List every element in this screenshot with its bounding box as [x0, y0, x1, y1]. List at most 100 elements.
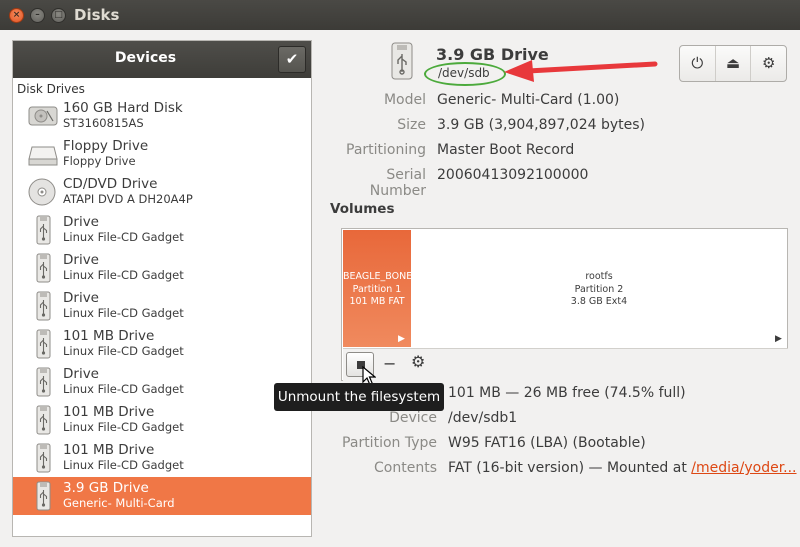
volume-toolbar: − ⚙ [343, 348, 788, 381]
device-list-item[interactable]: 101 MB Drive Linux File-CD Gadget [13, 325, 311, 363]
device-list-item[interactable]: CD/DVD Drive ATAPI DVD A DH20A4P [13, 173, 311, 211]
maximize-icon: □ [54, 10, 63, 20]
partition-2-name: rootfs [585, 271, 613, 282]
device-name: 101 MB Drive [63, 404, 155, 420]
partition-2-number: Partition 2 [574, 284, 624, 295]
window-title: Disks [74, 6, 120, 24]
usb-drive-icon [391, 42, 413, 80]
device-model: ST3160815AS [63, 116, 144, 130]
devices-header: Devices ✔ [13, 41, 311, 78]
mount-point-link[interactable]: /media/yoder... [691, 460, 796, 476]
checkmark-icon: ✔ [285, 50, 299, 68]
unmount-tooltip: Unmount the filesystem [274, 383, 444, 411]
partition-1-size: 101 MB FAT [349, 296, 405, 307]
size-value: 3.9 GB (3,904,897,024 bytes) [437, 117, 645, 133]
usb-drive-icon [27, 405, 59, 435]
device-list-item[interactable]: 101 MB Drive Linux File-CD Gadget [13, 439, 311, 477]
usb-drive-icon [27, 329, 59, 359]
device-model: Generic- Multi-Card [63, 496, 175, 510]
device-name: Drive [63, 290, 99, 306]
volume-size-value: 101 MB — 26 MB free (74.5% full) [448, 385, 686, 401]
annotation-ring [424, 62, 506, 86]
device-model: Linux File-CD Gadget [63, 382, 184, 396]
device-list-item[interactable]: 101 MB Drive Linux File-CD Gadget [13, 401, 311, 439]
hard-disk-icon [27, 101, 59, 131]
device-label: Device [389, 410, 437, 426]
power-off-button[interactable]: ⏻ [680, 46, 716, 81]
partition-1-block[interactable]: BEAGLE_BONE Partition 1 101 MB FAT ▶ [343, 230, 411, 347]
optical-drive-icon [27, 177, 59, 207]
drive-settings-button[interactable]: ⚙ [751, 46, 786, 81]
device-value: /dev/sdb1 [448, 410, 518, 426]
partition-2-block[interactable]: rootfs Partition 2 3.8 GB Ext4 ▶ [411, 230, 787, 347]
partitioning-label: Partitioning [346, 142, 426, 158]
device-model: ATAPI DVD A DH20A4P [63, 192, 193, 206]
minimize-window-button[interactable]: – [30, 8, 45, 23]
partition-settings-button[interactable]: ⚙ [411, 352, 425, 371]
close-icon: × [12, 10, 21, 20]
device-name: 160 GB Hard Disk [63, 100, 183, 116]
eject-icon: ⏏ [725, 54, 741, 72]
contents-value: FAT (16-bit version) — Mounted at /media… [448, 460, 797, 476]
device-name: Drive [63, 214, 99, 230]
devices-pane: Devices ✔ Disk Drives 160 GB Hard Disk ST… [12, 40, 312, 537]
usb-drive-icon [27, 443, 59, 473]
model-value: Generic- Multi-Card (1.00) [437, 92, 620, 108]
size-label: Size [397, 117, 426, 133]
serial-number-value: 20060413092100000 [437, 167, 589, 183]
partition-2-size: 3.8 GB Ext4 [570, 296, 628, 307]
drive-toolbar: ⏻ ⏏ ⚙ [679, 45, 787, 82]
device-model: Linux File-CD Gadget [63, 306, 184, 320]
device-model: Floppy Drive [63, 154, 136, 168]
title-bar: × – □ Disks [0, 0, 800, 30]
device-name: Drive [63, 252, 99, 268]
device-name: Floppy Drive [63, 138, 149, 154]
play-icon: ▶ [398, 334, 405, 344]
close-window-button[interactable]: × [9, 8, 24, 23]
device-name: 101 MB Drive [63, 328, 155, 344]
select-mode-button[interactable]: ✔ [278, 46, 306, 73]
contents-label: Contents [374, 460, 437, 476]
device-model: Linux File-CD Gadget [63, 230, 184, 244]
play-icon: ▶ [775, 334, 782, 344]
annotation-arrow [504, 60, 658, 82]
device-list-item[interactable]: 160 GB Hard Disk ST3160815AS [13, 97, 311, 135]
partition-type-label: Partition Type [342, 435, 437, 451]
device-list: 160 GB Hard Disk ST3160815AS Floppy Drive F… [13, 97, 311, 515]
maximize-window-button[interactable]: □ [51, 8, 66, 23]
device-list-item[interactable]: Drive Linux File-CD Gadget [13, 287, 311, 325]
delete-partition-button[interactable]: − [383, 354, 396, 373]
minus-icon: − [383, 354, 397, 373]
volumes-map: BEAGLE_BONE Partition 1 101 MB FAT ▶ roo… [341, 228, 788, 381]
minimize-icon: – [35, 10, 40, 20]
partition-1-name: BEAGLE_BONE [343, 271, 411, 282]
device-list-item[interactable]: Floppy Drive Floppy Drive [13, 135, 311, 173]
gear-icon: ⚙ [411, 352, 426, 371]
device-name: CD/DVD Drive [63, 176, 158, 192]
device-list-item[interactable]: Drive Linux File-CD Gadget [13, 363, 311, 401]
power-icon: ⏻ [691, 54, 704, 72]
partition-1-number: Partition 1 [352, 284, 402, 295]
device-name: 101 MB Drive [63, 442, 155, 458]
gear-icon: ⚙ [761, 54, 776, 72]
devices-title: Devices [114, 50, 177, 66]
partitioning-value: Master Boot Record [437, 142, 575, 158]
usb-drive-icon [27, 215, 59, 245]
usb-drive-icon [27, 367, 59, 397]
device-list-item[interactable]: 3.9 GB Drive Generic- Multi-Card [13, 477, 311, 515]
usb-drive-icon [27, 481, 59, 511]
device-name: 3.9 GB Drive [63, 480, 149, 496]
eject-button[interactable]: ⏏ [716, 46, 752, 81]
floppy-drive-icon [27, 139, 59, 169]
device-model: Linux File-CD Gadget [63, 268, 184, 282]
device-model: Linux File-CD Gadget [63, 344, 184, 358]
usb-drive-icon [27, 291, 59, 321]
device-list-item[interactable]: Drive Linux File-CD Gadget [13, 249, 311, 287]
disk-drives-group-label: Disk Drives [17, 82, 85, 96]
contents-text: FAT (16-bit version) — Mounted at [448, 460, 692, 476]
device-list-item[interactable]: Drive Linux File-CD Gadget [13, 211, 311, 249]
serial-number-label: Serial Number [369, 167, 426, 199]
usb-drive-icon [27, 253, 59, 283]
model-label: Model [383, 92, 426, 108]
device-name: Drive [63, 366, 99, 382]
